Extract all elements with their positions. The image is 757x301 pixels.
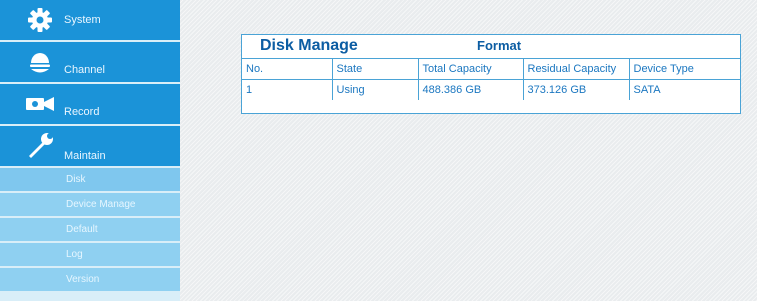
- sidebar-item-device-manage[interactable]: Device Manage: [0, 193, 180, 216]
- table-cell-state: Using: [331, 79, 419, 100]
- sidebar: System Channel Record Maintain Disk Devi…: [0, 0, 180, 301]
- sidebar-item-default[interactable]: Default: [0, 218, 180, 241]
- sidebar-item-channel[interactable]: Channel: [0, 42, 180, 82]
- sidebar-item-label: Maintain: [64, 150, 106, 162]
- page-title: Disk Manage: [260, 37, 358, 54]
- sidebar-item-version[interactable]: Version: [0, 268, 180, 291]
- sidebar-item-maintain[interactable]: Maintain: [0, 126, 180, 166]
- video-camera-icon: [24, 91, 56, 117]
- sidebar-item-log[interactable]: Log: [0, 243, 180, 266]
- table-row[interactable]: 1 Using 488.386 GB 373.126 GB SATA: [242, 79, 740, 100]
- disk-table: No. State Total Capacity Residual Capaci…: [242, 59, 740, 100]
- sidebar-item-system[interactable]: System: [0, 0, 180, 40]
- sidebar-item-label: System: [64, 14, 101, 26]
- table-cell-no: 1: [242, 79, 333, 100]
- gear-icon: [24, 7, 56, 33]
- table-cell-device-type: SATA: [628, 79, 740, 100]
- sidebar-item-disk[interactable]: Disk: [0, 168, 180, 191]
- column-header: No.: [242, 59, 333, 80]
- column-header: State: [331, 59, 419, 80]
- table-cell-total-capacity: 488.386 GB: [417, 79, 524, 100]
- table-header-row: No. State Total Capacity Residual Capaci…: [242, 59, 740, 80]
- sidebar-item-label: Record: [64, 106, 100, 118]
- panel-header: Disk Manage Format: [242, 35, 740, 59]
- sidebar-item-label: Channel: [64, 64, 105, 76]
- camera-dome-icon: [24, 49, 56, 75]
- sidebar-item-record[interactable]: Record: [0, 84, 180, 124]
- wrench-icon: [24, 133, 56, 159]
- disk-manage-panel: Disk Manage Format No. State Total Capac…: [241, 34, 741, 114]
- column-header: Device Type: [628, 59, 740, 80]
- table-cell-residual-capacity: 373.126 GB: [522, 79, 630, 100]
- column-header: Total Capacity: [417, 59, 524, 80]
- column-header: Residual Capacity: [522, 59, 630, 80]
- format-button[interactable]: Format: [477, 38, 521, 53]
